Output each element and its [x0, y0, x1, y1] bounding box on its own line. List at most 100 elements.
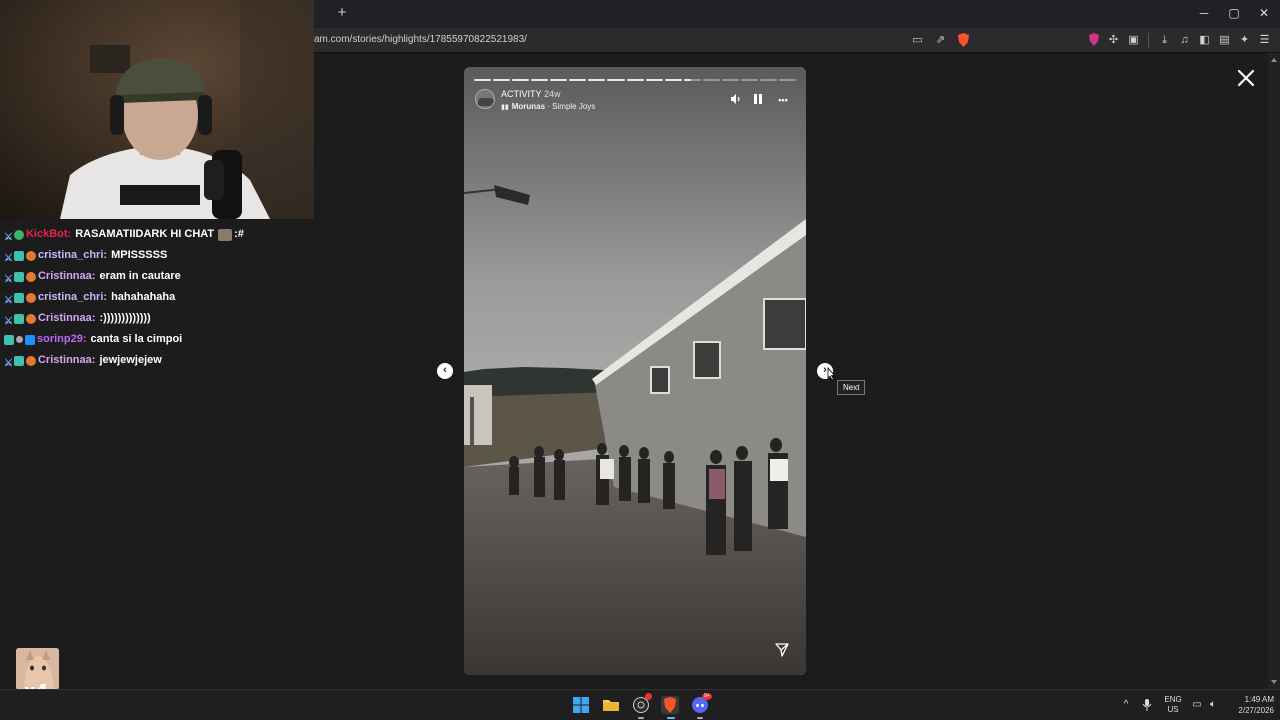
chat-colon: : [91, 270, 96, 282]
sword-badge-icon: ⚔ [4, 231, 13, 243]
chat-username[interactable]: cristina_chri [38, 290, 103, 305]
sub-badge-icon [13, 271, 24, 282]
close-story-icon[interactable] [1234, 66, 1258, 90]
scroll-up-arrow[interactable] [1271, 58, 1277, 62]
share-icon[interactable]: ⇗ [933, 33, 948, 48]
story-username[interactable]: ACTIVITY [501, 89, 542, 99]
close-window-button[interactable]: ✕ [1249, 4, 1279, 22]
chat-username[interactable]: cristina_chri [38, 248, 103, 263]
chat-colon: : [103, 291, 108, 303]
progress-segment [664, 79, 682, 81]
clock-time: 1:49 AM [1244, 695, 1274, 704]
leo-ai-icon[interactable]: ✦ [1237, 33, 1252, 48]
chat-colon: : [91, 312, 96, 324]
screenshot-icon[interactable]: ▣ [1126, 33, 1141, 48]
language-code: ENG [1164, 695, 1182, 704]
chat-colon: : [103, 249, 108, 261]
small-badge-icon [16, 336, 23, 343]
chat-username[interactable]: KickBot [26, 227, 68, 242]
chat-username[interactable]: Cristinnaa [38, 311, 92, 326]
sword-badge-icon: ⚔ [4, 273, 13, 285]
url-field[interactable]: am.com/stories/highlights/17855970822521… [314, 34, 527, 45]
sword-badge-icon: ⚔ [4, 252, 13, 264]
brave-shield-icon[interactable] [956, 33, 971, 48]
sword-badge-icon: ⚔ [4, 294, 13, 306]
new-tab-button[interactable]: + [334, 4, 350, 22]
chat-text: canta si la cimpoi [90, 333, 183, 345]
volume-tray-icon[interactable]: 🔈︎ [1207, 699, 1219, 711]
windows-start-icon[interactable] [572, 696, 590, 714]
story-avatar[interactable] [475, 89, 495, 109]
volume-icon[interactable] [729, 93, 743, 107]
chat-colon: : [67, 228, 72, 240]
progress-segment [759, 79, 777, 81]
chat-username[interactable]: Cristinnaa [38, 353, 92, 368]
story-progress-bar [474, 79, 797, 82]
tray-chevron-icon[interactable]: ^ [1120, 699, 1132, 711]
brave-active-indicator [667, 717, 675, 719]
progress-segment [702, 79, 720, 81]
language-indicator[interactable]: ENG US [1161, 695, 1185, 715]
progress-segment [512, 79, 530, 81]
story-music-info[interactable]: ▮▮ Morunas · Simple Joys [501, 102, 595, 111]
chat-message: ⚔ Cristinnaa: jewjewjejew [4, 350, 304, 371]
progress-segment [493, 79, 511, 81]
sub-badge-icon [13, 355, 24, 366]
extensions-icon[interactable]: ✣ [1106, 33, 1121, 48]
keyboard-region: US [1167, 705, 1179, 714]
stream-chat: ⚔ KickBot: RASAMATIIDARK HI CHAT:# ⚔ cristin… [4, 224, 304, 371]
download-icon[interactable]: ⤓ [1157, 33, 1172, 48]
chat-tail: :# [234, 228, 244, 240]
star-badge-icon [25, 250, 36, 261]
scroll-down-arrow[interactable] [1271, 680, 1277, 684]
progress-segment [550, 79, 568, 81]
chat-message: ⚔ Cristinnaa: eram in cautare [4, 266, 304, 287]
toolbar-divider [1148, 33, 1149, 48]
star-badge-icon [25, 355, 36, 366]
menu-icon[interactable]: ☰ [1257, 33, 1272, 48]
progress-segment [626, 79, 644, 81]
wallet-icon[interactable]: ▤ [1217, 33, 1232, 48]
microphone-icon[interactable] [1141, 699, 1153, 711]
star-badge-icon [25, 271, 36, 282]
story-timestamp: 24w [544, 89, 561, 99]
progress-segment [569, 79, 587, 81]
next-tooltip: Next [837, 380, 866, 395]
webcam-feed [0, 0, 314, 219]
sword-badge-icon: ⚔ [4, 315, 13, 327]
file-explorer-icon[interactable] [602, 696, 620, 714]
cube-badge-icon [25, 334, 35, 345]
chat-username[interactable]: Cristinnaa [38, 269, 92, 284]
minimize-button[interactable]: ─ [1189, 4, 1219, 22]
music-artist: Morunas [511, 102, 546, 111]
maximize-button[interactable]: ▢ [1219, 4, 1249, 22]
chat-colon: : [91, 354, 96, 366]
pause-icon[interactable] [751, 93, 765, 107]
progress-segment [607, 79, 625, 81]
discord-running-indicator [697, 717, 703, 719]
chat-username[interactable]: sorinp29 [37, 332, 83, 347]
progress-segment [588, 79, 606, 81]
chat-text: :))))))))))))) [99, 312, 151, 324]
send-icon[interactable] [774, 642, 790, 658]
more-options-icon[interactable]: ••• [774, 93, 792, 107]
cast-icon[interactable]: ▭ [910, 33, 925, 48]
story-photo [464, 67, 806, 675]
scrollbar[interactable] [1268, 53, 1280, 689]
cat-emote-icon [218, 228, 233, 241]
brave-browser-icon[interactable] [661, 696, 679, 714]
network-icon[interactable]: ▭ [1191, 699, 1203, 711]
sub-badge-icon [13, 292, 24, 303]
chat-text: RASAMATIIDARK HI CHAT [75, 228, 215, 240]
vpn-icon[interactable] [1086, 33, 1101, 48]
star-badge-icon [25, 292, 36, 303]
previous-story-button[interactable]: ‹ [437, 363, 453, 379]
chat-message: ⚔ Cristinnaa::))))))))))))) [4, 308, 304, 329]
sidebar-icon[interactable]: ◧ [1197, 33, 1212, 48]
story-card[interactable]: ACTIVITY 24w ▮▮ Morunas · Simple Joys ••• [464, 67, 806, 675]
music-bars-icon: ▮▮ [501, 104, 509, 111]
system-clock[interactable]: 1:49 AM 2/27/2026 [1226, 694, 1274, 716]
chat-message: sorinp29: canta si la cimpoi [4, 329, 304, 350]
media-icon[interactable]: ♫ [1177, 33, 1192, 48]
sub-badge-icon [13, 250, 24, 261]
